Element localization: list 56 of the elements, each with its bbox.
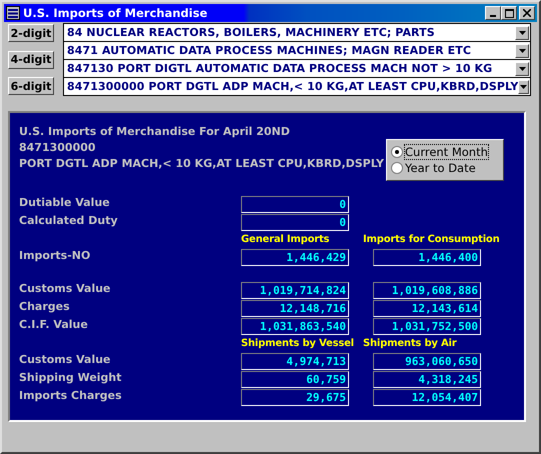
field-label: Charges [19,300,71,313]
report-heading: U.S. Imports of Merchandise For April 20ND [19,125,291,138]
dropdown-button[interactable] [515,26,529,40]
column-heading: General Imports [241,233,330,247]
value-field: 1,446,400 [373,249,481,266]
code-dropdown[interactable]: 8471 AUTOMATIC DATA PROCESS MACHINES; MAGN READER ETC [64,42,530,60]
column-heading: Shipments by Air [363,337,456,351]
digit-button[interactable]: 6-digit [8,77,54,95]
value-field: 0 [241,214,349,231]
maximize-icon [504,8,514,18]
app-icon [6,6,20,20]
value-field: 1,031,863,540 [241,318,349,335]
field-label: Calculated Duty [19,214,119,227]
caret-icon [518,48,526,52]
value-field: 1,446,429 [241,249,349,266]
value-field: 29,675 [241,389,349,406]
maximize-button[interactable] [501,6,517,20]
code-dropdown[interactable]: 847130 PORT DIGTL AUTOMATIC DATA PROCESS MACH NOT > 10 KG [64,60,530,78]
dropdown-button[interactable] [515,44,529,58]
value-field: 4,974,713 [241,353,349,370]
value-field: 0 [241,196,349,213]
window-title: U.S. Imports of Merchandise [23,6,208,20]
field-label: Imports-NO [19,249,92,262]
caret-icon [518,66,526,70]
value-field: 12,054,407 [373,389,481,406]
column-heading: Shipments by Vessel [241,337,355,351]
period-radio[interactable]: Current Month [391,145,503,159]
field-label: Customs Value [19,353,112,366]
field-label: Imports Charges [19,389,123,402]
value-field: 12,143,614 [373,300,481,317]
value-field: 963,060,650 [373,353,481,370]
value-field: 12,148,716 [241,300,349,317]
digit-button[interactable]: 2-digit [8,24,54,42]
dropdown-button[interactable] [515,62,529,76]
field-label: C.I.F. Value [19,318,89,331]
digit-button[interactable]: 4-digit [8,50,54,68]
field-label: Dutiable Value [19,196,111,209]
code-dropdown[interactable]: 8471300000 PORT DGTL ADP MACH,< 10 KG,AT LEAST CPU,KBRD,DSPLY [64,78,530,95]
period-radio[interactable]: Year to Date [391,161,503,175]
dropdown-button[interactable] [518,80,529,94]
column-heading: Imports for Consumption [363,233,500,247]
code-dropdown[interactable]: 84 NUCLEAR REACTORS, BOILERS, MACHINERY ETC; PARTS [64,24,530,42]
caret-icon [520,84,528,88]
close-button[interactable] [519,6,535,20]
value-field: 60,759 [241,371,349,388]
value-field: 1,019,608,886 [373,282,481,299]
report-heading: 8471300000 [19,141,97,154]
value-field: 1,031,752,500 [373,318,481,335]
field-label: Shipping Weight [19,371,123,384]
report-heading: PORT DGTL ADP MACH,< 10 KG,AT LEAST CPU,KBRD,DSPLY [19,157,385,170]
value-field: 1,019,714,824 [241,282,349,299]
close-icon [523,9,531,17]
minimize-button[interactable] [485,6,501,20]
field-label: Customs Value [19,282,112,295]
caret-icon [518,30,526,34]
value-field: 4,318,245 [373,371,481,388]
